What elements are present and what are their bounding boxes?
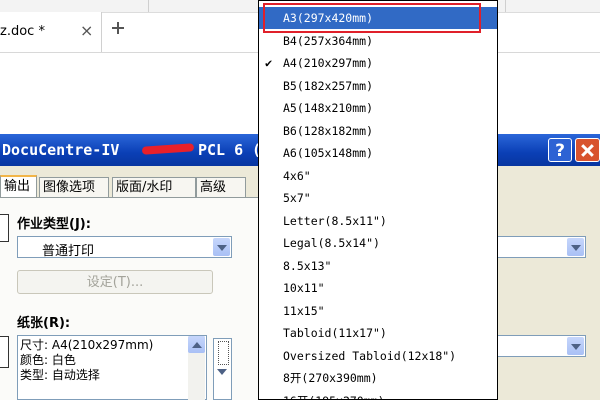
paper-size-option-label: A5(148x210mm) [283, 101, 374, 115]
paper-size-option-label: 11x15" [283, 303, 325, 318]
paper-size-option-label: B4(257x364mm) [283, 33, 374, 48]
paper-size-option[interactable]: Letter(8.5x11") [259, 210, 497, 232]
paper-size-option[interactable]: 10x11" [259, 277, 497, 299]
job-type-label: 作业类型(J): [17, 217, 91, 232]
paper-size-option-label: B5(182x257mm) [283, 78, 374, 93]
help-button[interactable]: ? [548, 138, 572, 162]
job-type-icon [0, 214, 9, 242]
paper-size-option-label: Oversized Tabloid(12x18") [283, 348, 457, 363]
paper-size-option-label: 4x6" [283, 168, 311, 183]
tab-advanced[interactable]: 高级 [196, 177, 246, 197]
settings-button[interactable]: 设定(T)... [17, 270, 213, 294]
paper-size-option[interactable]: Legal(8.5x14") [259, 232, 497, 254]
paper-size-option-label: 5x7" [283, 191, 311, 205]
paper-label: 纸张(R): [17, 316, 71, 331]
toolbar-separator [505, 0, 506, 12]
close-icon[interactable] [575, 138, 600, 162]
paper-side-button[interactable] [213, 338, 232, 400]
paper-size-option[interactable]: 16开(195x270mm) [259, 390, 497, 400]
paper-size-option[interactable]: 8.5x13" [259, 255, 497, 277]
paper-size-option-label: Tabloid(11x17") [283, 326, 387, 340]
paper-size-option[interactable]: B4(257x364mm) [259, 30, 497, 52]
paper-size-option-label: Letter(8.5x11") [283, 213, 387, 228]
chevron-down-icon[interactable] [567, 337, 584, 355]
paper-size-option-label: Legal(8.5x14") [283, 236, 380, 250]
paper-type-line: 类型: 自动选择 [20, 368, 100, 382]
tab-output[interactable]: 输出 [0, 175, 37, 198]
paper-size-option[interactable]: A5(148x210mm) [259, 97, 497, 119]
paper-size-option[interactable]: 11x15" [259, 300, 497, 322]
paper-size-option[interactable]: A6(105x148mm) [259, 142, 497, 164]
paper-size-option-label: A4(210x297mm) [283, 56, 374, 70]
paper-size-option-label: 8.5x13" [283, 258, 332, 273]
paper-size-option[interactable]: B6(128x182mm) [259, 120, 497, 142]
paper-size-option-label: 8开(270x390mm) [283, 371, 378, 385]
paper-size-option[interactable]: B5(182x257mm) [259, 75, 497, 97]
job-type-value: 普通打印 [42, 244, 95, 259]
plus-icon[interactable] [108, 18, 128, 38]
paper-size-line: 尺寸: A4(210x297mm) [20, 338, 154, 352]
paper-size-option-label: A6(105x148mm) [283, 146, 374, 160]
close-tab-icon[interactable]: × [80, 21, 93, 40]
paper-list-scrollbar[interactable] [188, 336, 205, 400]
paper-size-option[interactable]: 4x6" [259, 165, 497, 187]
paper-color-line: 颜色: 白色 [20, 353, 76, 367]
chevron-down-icon[interactable] [567, 238, 584, 256]
document-tab[interactable]: z.doc * × [0, 12, 102, 52]
tab-layout-watermark[interactable]: 版面/水印 [112, 177, 196, 197]
dialog-title-pcl: PCL 6 [198, 141, 244, 159]
job-type-select[interactable]: 普通打印 [17, 236, 232, 259]
paper-size-option-label: 10x11" [283, 281, 325, 295]
chevron-down-icon [217, 369, 227, 375]
checkmark-icon: ✔ [265, 56, 273, 70]
chevron-down-icon[interactable] [213, 238, 230, 256]
paper-size-dropdown[interactable]: A3(297x420mm) B4(257x364mm) ✔ A4(210x297mm)… [258, 0, 498, 400]
paper-size-option-label: A3(297x420mm) [283, 11, 374, 25]
tab-image-options[interactable]: 图像选项 [39, 177, 109, 197]
paper-size-option[interactable]: A3(297x420mm) [259, 7, 497, 29]
paper-size-option[interactable]: ✔ A4(210x297mm) [259, 52, 497, 74]
paper-size-option[interactable]: Tabloid(11x17") [259, 322, 497, 344]
right-select-1[interactable] [496, 236, 586, 258]
paper-size-option-label: B6(128x182mm) [283, 123, 374, 138]
paper-size-option[interactable]: 5x7" [259, 187, 497, 209]
paper-info-list[interactable]: 尺寸: A4(210x297mm) 颜色: 白色 类型: 自动选择 [17, 335, 207, 400]
paper-size-option-label: 16开(195x270mm) [283, 394, 385, 400]
document-tab-label: z.doc * [0, 24, 45, 39]
right-select-2[interactable] [496, 335, 586, 357]
scroll-up-icon[interactable] [188, 336, 205, 353]
paper-size-option[interactable]: 8开(270x390mm) [259, 367, 497, 389]
paper-size-option[interactable]: Oversized Tabloid(12x18") [259, 345, 497, 367]
toolbar-separator [148, 0, 149, 12]
dialog-title-printer: DocuCentre-IV [2, 141, 120, 159]
paper-icon [0, 336, 9, 368]
focus-dots [218, 341, 229, 365]
right-panel [488, 198, 600, 400]
